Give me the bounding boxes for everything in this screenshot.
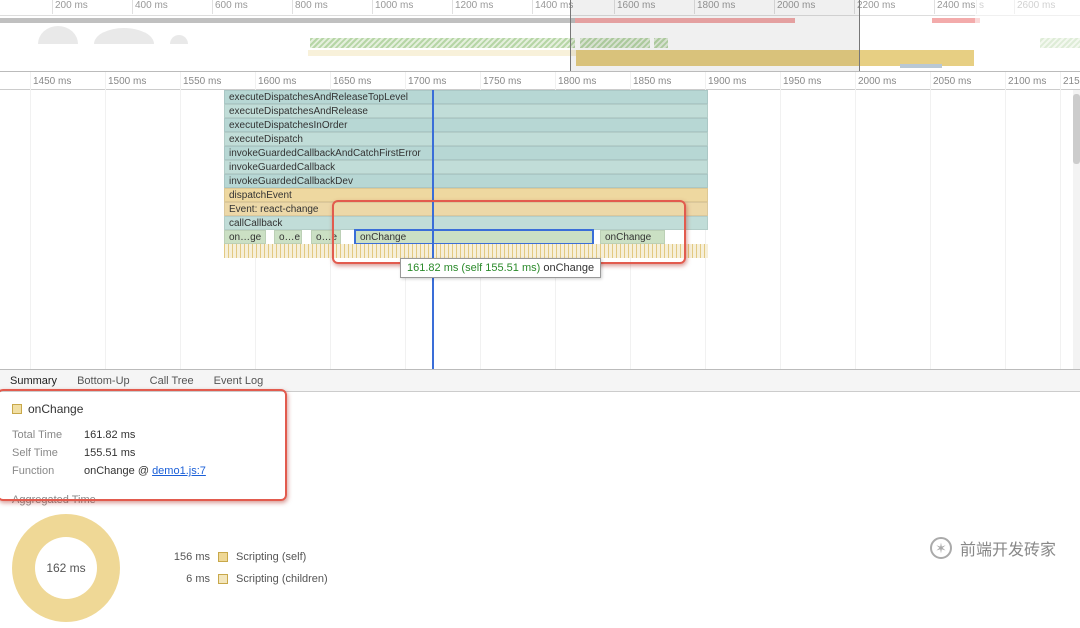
overview-timeline[interactable]: 200 ms 400 ms 600 ms 800 ms 1000 ms 1200… — [0, 0, 1080, 72]
overview-tick: 400 ms — [132, 0, 168, 14]
legend-value: 6 ms — [158, 573, 210, 585]
main-tick: 1700 ms — [405, 76, 446, 87]
watermark-text: 前端开发砖家 — [960, 536, 1056, 560]
details-tabs: Summary Bottom-Up Call Tree Event Log — [0, 370, 1080, 392]
tooltip-fn: onChange — [543, 262, 594, 274]
main-tick: 1450 ms — [30, 76, 71, 87]
self-time-label: Self Time — [12, 447, 74, 459]
flame-bar[interactable]: invokeGuardedCallbackAndCatchFirstError — [224, 146, 708, 160]
flame-ticks — [224, 244, 708, 258]
flame-bar[interactable]: executeDispatchesAndReleaseTopLevel — [224, 90, 708, 104]
tab-summary[interactable]: Summary — [10, 375, 57, 387]
main-tick: 2000 ms — [855, 76, 896, 87]
tab-bottom-up[interactable]: Bottom-Up — [77, 375, 130, 387]
main-tick: 1550 ms — [180, 76, 221, 87]
main-tick: 1900 ms — [705, 76, 746, 87]
flame-bar[interactable]: dispatchEvent — [224, 188, 708, 202]
watermark: ✶ 前端开发砖家 — [930, 536, 1056, 560]
overview-ruler[interactable]: 200 ms 400 ms 600 ms 800 ms 1000 ms 1200… — [0, 0, 1080, 16]
main-ruler[interactable]: 1450 ms 1500 ms 1550 ms 1600 ms 1650 ms … — [0, 72, 1080, 90]
overview-tick: 1800 ms — [694, 0, 735, 14]
aggregated-donut-chart: 162 ms — [12, 514, 120, 622]
overview-tick: 1400 ms — [532, 0, 573, 14]
overview-long-task-marker — [575, 18, 795, 23]
flame-bar[interactable]: executeDispatchesInOrder — [224, 118, 708, 132]
flame-bar[interactable]: invokeGuardedCallback — [224, 160, 708, 174]
flamechart[interactable]: 1450 ms 1500 ms 1550 ms 1600 ms 1650 ms … — [0, 72, 1080, 370]
overview-tick: 800 ms — [292, 0, 328, 14]
flame-bar[interactable]: invokeGuardedCallbackDev — [224, 174, 708, 188]
overview-tick: 1600 ms — [614, 0, 655, 14]
donut-center-label: 162 ms — [46, 561, 85, 575]
main-tick: 2150 — [1060, 76, 1080, 87]
main-tick: 1750 ms — [480, 76, 521, 87]
tab-call-tree[interactable]: Call Tree — [150, 375, 194, 387]
legend-swatch-icon — [218, 574, 228, 584]
tooltip-timing: 161.82 ms (self 155.51 ms) — [407, 262, 540, 274]
total-time-label: Total Time — [12, 429, 74, 441]
overview-tick: 2400 ms — [934, 0, 975, 14]
aggregated-legend: 156 ms Scripting (self) 6 ms Scripting (… — [158, 546, 328, 590]
main-tick: 1650 ms — [330, 76, 371, 87]
flame-bar[interactable]: executeDispatchesAndRelease — [224, 104, 708, 118]
legend-value: 156 ms — [158, 551, 210, 563]
self-time-value: 155.51 ms — [84, 447, 135, 459]
aggregated-time-title: Aggregated Time — [12, 494, 1068, 506]
main-tick: 1600 ms — [255, 76, 296, 87]
main-tick: 2050 ms — [930, 76, 971, 87]
summary-function-title: onChange — [12, 402, 1068, 416]
flame-bar[interactable]: onChange — [600, 230, 665, 244]
flame-bar[interactable]: executeDispatch — [224, 132, 708, 146]
flame-bar[interactable]: Event: react-change — [224, 202, 708, 216]
summary-fn-name: onChange — [28, 402, 83, 416]
flame-bar[interactable]: o…e — [311, 230, 341, 244]
main-tick: 1950 ms — [780, 76, 821, 87]
flame-scrollbar[interactable] — [1073, 90, 1080, 369]
function-value: onChange @ demo1.js:7 — [84, 465, 206, 477]
main-tick: 1500 ms — [105, 76, 146, 87]
summary-panel: onChange Total Time 161.82 ms Self Time … — [0, 392, 1080, 628]
source-link[interactable]: demo1.js:7 — [152, 465, 206, 477]
overview-activity-bar — [0, 18, 575, 23]
flame-bar[interactable]: callCallback — [224, 216, 708, 230]
total-time-value: 161.82 ms — [84, 429, 135, 441]
overview-tick: 2000 ms — [774, 0, 815, 14]
overview-tick: 600 ms — [212, 0, 248, 14]
flame-bar[interactable]: on…ge — [224, 230, 266, 244]
category-swatch-icon — [12, 404, 22, 414]
flame-tooltip: 161.82 ms (self 155.51 ms) onChange — [400, 258, 601, 278]
overview-tick: 2200 ms — [854, 0, 895, 14]
main-tick: 1850 ms — [630, 76, 671, 87]
function-label: Function — [12, 465, 74, 477]
legend-label: Scripting (children) — [236, 573, 328, 585]
main-tick: 1800 ms — [555, 76, 596, 87]
overview-bars — [0, 38, 1080, 70]
overview-dim — [975, 0, 1080, 71]
overview-long-task-marker — [932, 18, 980, 23]
main-tick: 2100 ms — [1005, 76, 1046, 87]
legend-label: Scripting (self) — [236, 551, 306, 563]
scroll-thumb[interactable] — [1073, 94, 1080, 164]
legend-swatch-icon — [218, 552, 228, 562]
flame-bar-selected[interactable]: onChange — [355, 230, 593, 244]
overview-tick: 200 ms — [52, 0, 88, 14]
tab-event-log[interactable]: Event Log — [214, 375, 264, 387]
overview-tick: 1000 ms — [372, 0, 413, 14]
flame-bar[interactable]: o…e — [274, 230, 302, 244]
overview-tick: 1200 ms — [452, 0, 493, 14]
wechat-icon: ✶ — [930, 537, 952, 559]
